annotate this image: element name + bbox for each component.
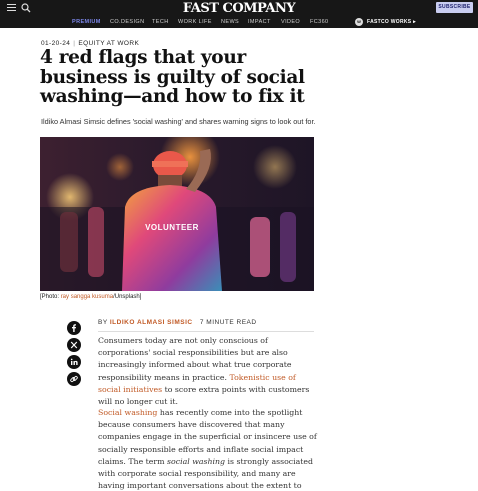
article-headline: 4 red flags that your business is guilty… bbox=[40, 47, 305, 107]
nav-item-news[interactable]: NEWS bbox=[221, 16, 239, 28]
hero-image: VOLUNTEER bbox=[40, 137, 314, 291]
nav-item-impact[interactable]: IMPACT bbox=[248, 16, 271, 28]
author-link[interactable]: ILDIKO ALMASI SIMSIC bbox=[110, 319, 193, 326]
article-dek: Ildiko Almasi Simsic defines 'social was… bbox=[41, 117, 316, 126]
caption-prefix: [Photo: bbox=[40, 294, 61, 300]
search-icon[interactable] bbox=[21, 3, 31, 13]
menu-icon[interactable] bbox=[7, 4, 16, 12]
read-time: 7 MINUTE READ bbox=[199, 319, 257, 326]
nav-item-premium[interactable]: PREMIUM bbox=[72, 16, 101, 28]
nav-item-work-life[interactable]: WORK LIFE bbox=[178, 16, 212, 28]
photo-caption: [Photo: ray sangga kusuma/Unsplash] bbox=[40, 294, 141, 300]
body-paragraph-2: Social washing has recently come into th… bbox=[98, 407, 320, 491]
nav-item-codesign[interactable]: CO.DESIGN bbox=[110, 16, 144, 28]
hero-shirt-text: VOLUNTEER bbox=[145, 223, 199, 232]
top-bar: FAST COMPANY SUBSCRIBE bbox=[0, 0, 478, 16]
site-logo[interactable]: FAST COMPANY bbox=[180, 1, 298, 16]
nav-item-fc360[interactable]: FC360 bbox=[310, 16, 329, 28]
fastco-works-label: FASTCO WORKS ▸ bbox=[367, 19, 416, 25]
caption-suffix: /Unsplash] bbox=[113, 294, 142, 300]
byline: BY ILDIKO ALMASI SIMSIC 7 MINUTE READ bbox=[98, 319, 257, 326]
social-washing-link[interactable]: Social washing bbox=[98, 408, 157, 417]
byline-divider bbox=[98, 331, 314, 332]
paragraph-2-italic: social washing bbox=[167, 456, 226, 466]
fastco-works-link[interactable]: W FASTCO WORKS ▸ bbox=[355, 18, 416, 26]
share-facebook-button[interactable] bbox=[67, 321, 81, 335]
article-meta: 01-20-24 | EQUITY AT WORK bbox=[41, 40, 140, 47]
article-date: 01-20-24 bbox=[41, 40, 71, 47]
nav-item-video[interactable]: VIDEO bbox=[281, 16, 300, 28]
body-paragraph-1: Consumers today are not only conscious o… bbox=[98, 335, 320, 408]
subscribe-button[interactable]: SUBSCRIBE bbox=[436, 2, 473, 13]
x-icon bbox=[70, 341, 78, 349]
nav-item-tech[interactable]: TECH bbox=[152, 16, 169, 28]
link-icon bbox=[70, 375, 78, 383]
linkedin-icon bbox=[70, 358, 78, 365]
share-x-button[interactable] bbox=[67, 338, 81, 352]
facebook-icon bbox=[72, 324, 76, 332]
byline-prefix: BY bbox=[98, 319, 108, 326]
copy-link-button[interactable] bbox=[67, 372, 81, 386]
section-nav: PREMIUM CO.DESIGN TECH WORK LIFE NEWS IM… bbox=[0, 16, 478, 28]
fastco-works-badge: W bbox=[355, 18, 363, 26]
share-linkedin-button[interactable] bbox=[67, 355, 81, 369]
article-section[interactable]: EQUITY AT WORK bbox=[78, 40, 139, 47]
photo-credit-link[interactable]: ray sangga kusuma bbox=[61, 294, 113, 300]
